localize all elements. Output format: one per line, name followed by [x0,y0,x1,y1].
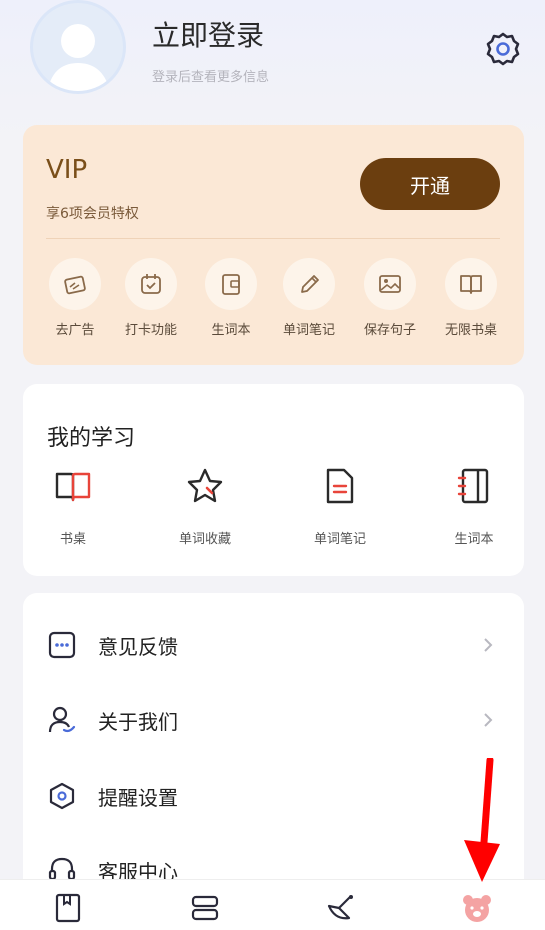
bookshelf-icon [55,893,81,923]
menu-label: 意见反馈 [98,635,178,659]
perk-label: 去广告 [55,323,95,338]
menu-label: 关于我们 [98,710,178,734]
hexagon-settings-icon [49,782,75,810]
study-label: 生词本 [454,532,494,547]
image-icon [379,275,401,293]
perk-unlimited-desk[interactable]: 无限书桌 [431,258,511,338]
book-icon [55,472,91,502]
study-label: 书桌 [59,532,86,547]
perk-label: 无限书桌 [444,323,497,338]
perk-check-in[interactable]: 打卡功能 [111,258,191,338]
study-item-vocab-book[interactable]: 生词本 [424,466,524,547]
study-item-notes[interactable]: 单词笔记 [290,466,390,547]
nav-bookshelf[interactable] [52,892,84,924]
gear-icon [486,32,520,66]
settings-menu-card: 意见反馈 关于我们 提醒设置 客服中心 [23,593,524,913]
pencil-icon [301,275,319,293]
perk-word-notes[interactable]: 单词笔记 [269,258,349,338]
notebook-icon [457,468,489,504]
chevron-right-icon [484,713,493,727]
study-title: 我的学习 [47,426,136,451]
perk-remove-ads[interactable]: 去广告 [35,258,115,338]
study-label: 单词收藏 [178,532,231,547]
user-icon [48,706,76,733]
chevron-right-icon [484,638,493,652]
library-icon [191,895,219,921]
nav-discover[interactable] [325,892,357,924]
profile-bear-icon [463,895,491,922]
red-arrow-annotation [464,758,500,882]
study-item-desk[interactable]: 书桌 [23,466,123,547]
perk-label: 打卡功能 [124,323,177,338]
calendar-check-icon [141,274,161,294]
ad-remove-icon [64,275,86,295]
perk-vocab-book[interactable]: 生词本 [191,258,271,338]
menu-item-about[interactable]: 关于我们 [23,690,524,750]
vip-title: VIP [46,155,88,185]
vip-perks: 去广告 打卡功能 生词本 单词笔记 保存句子 无限书桌 [23,258,524,338]
avatar[interactable] [30,0,126,94]
nav-profile[interactable] [461,892,493,924]
study-item-favorites[interactable]: 单词收藏 [155,466,255,547]
perk-save-sentence[interactable]: 保存句子 [350,258,430,338]
login-title[interactable]: 立即登录 [152,14,264,54]
perk-label: 保存句子 [363,323,416,338]
perk-label: 生词本 [211,323,251,338]
menu-label: 提醒设置 [98,786,178,810]
menu-item-reminder[interactable]: 提醒设置 [23,766,524,826]
settings-button[interactable] [484,30,522,68]
vip-divider [46,238,500,239]
feedback-icon [48,631,76,659]
vip-subtitle: 享6项会员特权 [46,206,139,222]
nav-library[interactable] [189,892,221,924]
discover-icon [327,895,353,920]
note-icon [326,468,354,504]
star-icon [187,468,223,503]
login-subtitle: 登录后查看更多信息 [152,70,270,85]
vip-card: VIP 享6项会员特权 开通 去广告 打卡功能 生词本 单词笔记 保存句子 无限… [23,125,524,365]
menu-item-feedback[interactable]: 意见反馈 [23,615,524,675]
my-study-card: 我的学习 书桌 单词收藏 单词笔记 生词本 [23,384,524,576]
perk-label: 单词笔记 [282,323,335,338]
vip-open-button[interactable]: 开通 [360,158,500,210]
open-book-icon [460,275,482,294]
study-label: 单词笔记 [313,532,366,547]
wallet-book-icon [222,274,240,295]
